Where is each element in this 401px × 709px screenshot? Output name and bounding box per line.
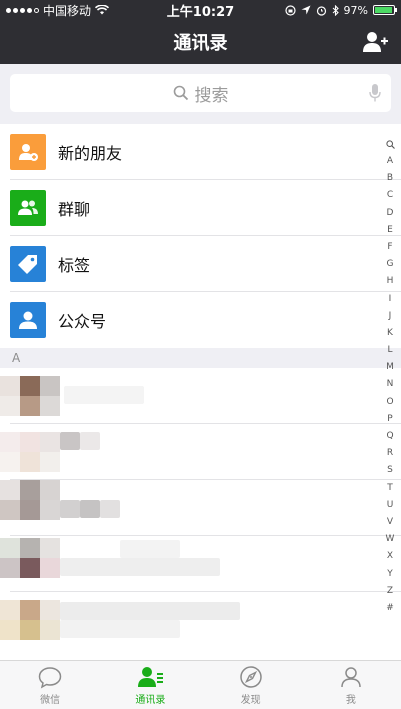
contact-list (0, 368, 401, 660)
search-input[interactable]: 搜索 (10, 74, 391, 112)
wifi-icon (95, 5, 110, 15)
official-accounts-item[interactable]: 公众号 (0, 292, 401, 348)
index-letter[interactable]: I (389, 291, 392, 308)
contact-name-blurred (100, 500, 120, 518)
compass-icon (239, 665, 262, 688)
status-left: 中国移动 (6, 2, 285, 19)
tags-label: 标签 (58, 256, 91, 275)
index-letter[interactable]: C (387, 187, 393, 204)
chat-bubble-icon (38, 666, 62, 688)
index-search-icon[interactable] (385, 140, 395, 149)
location-icon (301, 5, 311, 15)
index-letter[interactable]: U (387, 497, 394, 514)
index-letter[interactable]: # (386, 600, 394, 617)
contact-name-blurred (64, 386, 144, 404)
contact-name-blurred (80, 500, 100, 518)
contact-row[interactable] (0, 480, 401, 536)
contact-row[interactable] (0, 368, 401, 424)
index-letter[interactable]: W (386, 531, 395, 548)
status-right: 97% (284, 3, 397, 17)
index-letter[interactable]: P (387, 411, 392, 428)
add-friend-icon[interactable] (361, 28, 389, 56)
group-chat-item[interactable]: 群聊 (0, 180, 401, 236)
index-letter[interactable]: M (386, 359, 394, 376)
group-chat-icon (10, 190, 46, 226)
index-letter[interactable]: V (387, 514, 393, 531)
tab-me[interactable]: 我 (301, 661, 401, 709)
contact-name-blurred (80, 432, 100, 450)
official-account-icon (10, 302, 46, 338)
carrier-label: 中国移动 (43, 3, 92, 18)
index-letter[interactable]: K (387, 325, 393, 342)
search-area: 搜索 (0, 64, 401, 124)
microphone-icon[interactable] (369, 83, 381, 103)
index-letter[interactable]: H (387, 273, 394, 290)
tab-contacts-label: 通讯录 (135, 694, 166, 706)
index-letter[interactable]: Z (387, 583, 393, 600)
index-letter[interactable]: Q (386, 428, 393, 445)
contact-name-blurred (60, 500, 80, 518)
tag-icon (10, 246, 46, 282)
tags-item[interactable]: 标签 (0, 236, 401, 292)
contact-name-blurred (60, 432, 80, 450)
contact-row[interactable] (0, 536, 401, 592)
bluetooth-icon (332, 4, 339, 16)
alarm-icon (316, 5, 326, 16)
index-letter[interactable]: Y (387, 566, 393, 583)
index-letter[interactable]: F (387, 239, 392, 256)
index-letter[interactable]: N (387, 376, 394, 393)
function-list: 新的朋友 群聊 标签 公众号 (0, 124, 401, 348)
tab-me-label: 我 (345, 694, 356, 706)
index-letter[interactable]: B (387, 170, 393, 187)
index-letter[interactable]: A (387, 153, 393, 170)
index-letter[interactable]: O (386, 394, 393, 411)
tab-contacts[interactable]: 通讯录 (100, 661, 200, 709)
status-bar: 中国移动 上午10:27 97% (0, 0, 401, 20)
alphabet-index[interactable]: A B C D E F G H I J K L M N O P Q R S T U V W X Y Z # (379, 140, 401, 617)
index-letters: A B C D E F G H I J K L M N O P Q R S T U V W X Y Z # (386, 153, 395, 617)
index-letter[interactable]: G (387, 256, 394, 273)
contact-name-blurred (60, 602, 240, 620)
section-header-a: A (0, 348, 401, 368)
index-letter[interactable]: D (387, 205, 394, 222)
index-letter[interactable]: T (387, 480, 393, 497)
group-chat-label: 群聊 (58, 200, 91, 219)
index-letter[interactable]: E (387, 222, 393, 239)
new-friends-icon (10, 134, 46, 170)
contact-name-blurred (60, 558, 220, 576)
person-icon (341, 666, 361, 687)
page-title: 通讯录 (173, 33, 228, 54)
search-placeholder: 搜索 (194, 85, 229, 106)
orientation-lock-icon (284, 4, 296, 16)
tab-discover-label: 发现 (240, 694, 261, 706)
signal-icon (6, 7, 39, 13)
tab-chats-label: 微信 (40, 694, 61, 706)
new-friends-label: 新的朋友 (58, 144, 123, 163)
official-accounts-label: 公众号 (58, 312, 107, 331)
index-letter[interactable]: X (387, 548, 393, 565)
nav-bar: 通讯录 (0, 20, 401, 64)
contact-row[interactable] (0, 424, 401, 480)
tab-discover[interactable]: 发现 (201, 661, 301, 709)
contact-row[interactable] (0, 592, 401, 648)
contact-name-blurred (60, 620, 180, 638)
index-letter[interactable]: R (387, 445, 393, 462)
battery-percent: 97% (343, 3, 368, 17)
contacts-icon (138, 666, 164, 687)
index-letter[interactable]: L (387, 342, 392, 359)
index-letter[interactable]: S (387, 462, 393, 479)
tab-bar: 微信 通讯录 发现 我 (0, 660, 401, 709)
tab-chats[interactable]: 微信 (0, 661, 100, 709)
contact-name-blurred (120, 540, 180, 558)
battery-icon (373, 5, 397, 15)
index-letter[interactable]: J (389, 308, 392, 325)
new-friends-item[interactable]: 新的朋友 (0, 124, 401, 180)
search-icon (173, 85, 188, 101)
